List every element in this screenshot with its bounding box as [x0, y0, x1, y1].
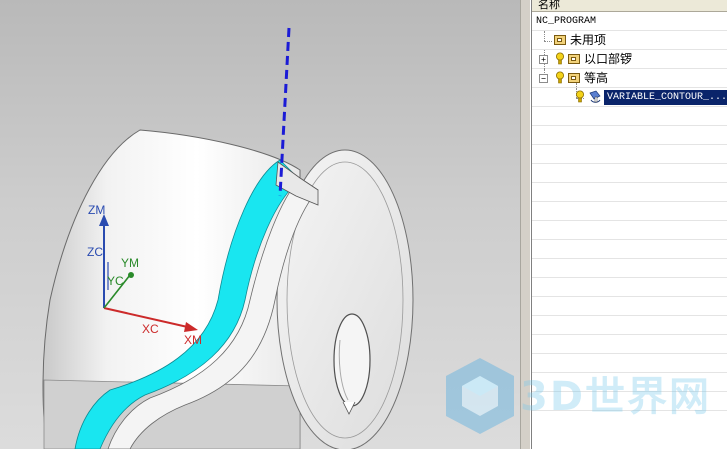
program-group-folder-icon [568, 73, 580, 83]
tree-item-label: 等高 [584, 71, 609, 85]
axis-label-zm: ZM [88, 203, 106, 217]
program-group-folder-icon [554, 35, 566, 45]
tree-item-unused[interactable]: 未用项 [532, 31, 727, 50]
pane-splitter[interactable] [520, 0, 531, 449]
lightbulb-status-icon [556, 52, 564, 65]
lightbulb-status-icon [556, 71, 564, 84]
axis-label-xc: XC [142, 322, 159, 336]
axis-label-ym: YM [121, 256, 139, 270]
tree-empty-row [532, 107, 727, 126]
tree-empty-row [532, 297, 727, 316]
tree-empty-row [532, 335, 727, 354]
axis-label-yc: YC [107, 274, 124, 288]
tree-empty-row [532, 259, 727, 278]
part-model [42, 27, 414, 449]
tree-root-label: NC_PROGRAM [536, 16, 597, 27]
axis-label-zc: ZC [87, 245, 103, 259]
tree-empty-row [532, 278, 727, 297]
graphics-viewport[interactable]: ZM ZC YM YC XC XM [0, 0, 520, 449]
tree-empty-row [532, 240, 727, 259]
variable-contour-operation-icon [589, 90, 601, 103]
lightbulb-status-icon [576, 90, 584, 103]
tree-item-operation-variable-contour[interactable]: VARIABLE_CONTOUR_... [532, 88, 727, 107]
collapse-minus-icon[interactable]: − [539, 74, 548, 83]
tree-item-program-2[interactable]: − 等高 [532, 69, 727, 89]
tree-empty-row [532, 221, 727, 240]
program-group-folder-icon [568, 54, 580, 64]
expand-plus-icon[interactable]: + [539, 55, 548, 64]
tree-empty-row [532, 164, 727, 183]
column-header-name[interactable]: 名称 [532, 0, 727, 12]
tree-empty-row [532, 202, 727, 221]
tree-empty-row [532, 126, 727, 145]
tree-item-program-1[interactable]: + 以口部锣 [532, 50, 727, 69]
tree-item-label: 未用项 [570, 33, 607, 47]
tree-item-label-selected: VARIABLE_CONTOUR_... [604, 90, 727, 105]
tree-empty-area[interactable] [532, 107, 727, 411]
operation-navigator: 名称 NC_PROGRAM 未用项 + 以口部锣 − 等高 VARIABLE_C… [531, 0, 727, 449]
tree-empty-row [532, 373, 727, 392]
tree-empty-row [532, 316, 727, 335]
tree-item-label: 以口部锣 [584, 52, 633, 66]
tree-empty-row [532, 354, 727, 373]
tree-empty-row [532, 145, 727, 164]
tree-root-nc-program[interactable]: NC_PROGRAM [532, 12, 727, 31]
axis-label-xm: XM [184, 333, 202, 347]
tree-empty-row [532, 183, 727, 202]
tree-empty-row [532, 392, 727, 411]
